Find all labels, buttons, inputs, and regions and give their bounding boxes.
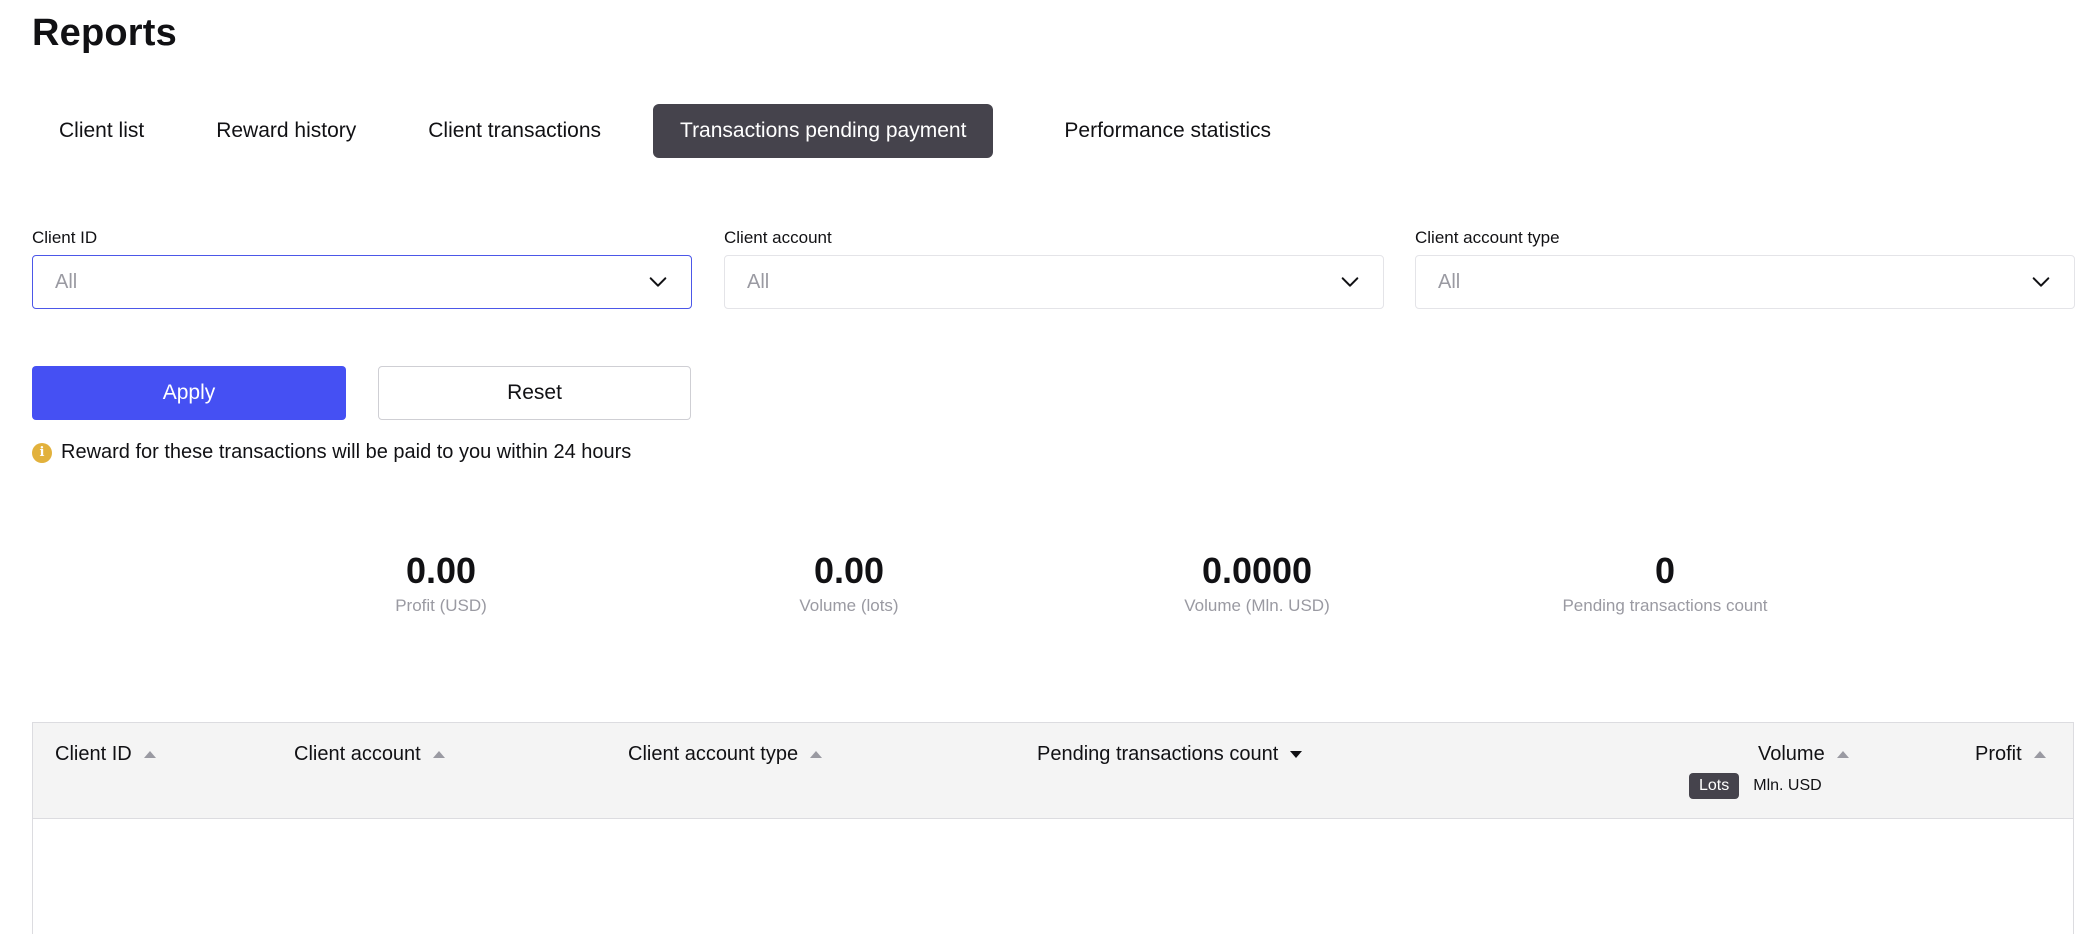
column-header-client-id[interactable]: Client ID <box>55 743 156 766</box>
column-header-volume[interactable]: Volume <box>1758 743 1849 766</box>
stat-volume-lots-value: 0.00 <box>813 550 885 591</box>
client-account-label: Client account <box>724 228 832 247</box>
client-account-type-filter: Client account type All <box>1415 228 2075 309</box>
sort-asc-icon <box>2033 751 2046 758</box>
column-header-pending-transactions-count[interactable]: Pending transactions count <box>1037 743 1303 766</box>
payment-notice: i Reward for these transactions will be … <box>32 441 631 464</box>
client-id-label: Client ID <box>32 228 98 247</box>
column-header-client-account[interactable]: Client account <box>294 743 445 766</box>
sort-asc-icon <box>432 751 445 758</box>
column-header-label: Pending transactions count <box>1037 743 1279 765</box>
client-account-type-value: All <box>1438 270 1461 293</box>
stat-volume-lots-label: Volume (lots) <box>799 596 899 615</box>
column-header-profit[interactable]: Profit <box>1975 743 2046 766</box>
stat-volume-lots: 0.00 Volume (lots) <box>689 548 1009 616</box>
tab-transactions-pending-payment[interactable]: Transactions pending payment <box>653 104 994 158</box>
column-header-label: Client account <box>294 743 421 765</box>
info-icon: i <box>32 442 52 463</box>
client-account-value: All <box>747 270 770 293</box>
stat-pending-count-value: 0 <box>1654 550 1676 591</box>
stat-volume-mln-usd-value: 0.0000 <box>1201 550 1313 591</box>
volume-unit-lots[interactable]: Lots <box>1689 773 1740 799</box>
client-id-select[interactable]: All <box>32 255 692 309</box>
sort-asc-icon <box>143 751 156 758</box>
stat-pending-count-label: Pending transactions count <box>1562 596 1768 615</box>
stat-volume-mln-usd-label: Volume (Mln. USD) <box>1184 596 1330 615</box>
pending-transactions-table: Client ID Client account Client account … <box>32 722 2074 934</box>
payment-notice-text: Reward for these transactions will be pa… <box>61 441 632 463</box>
stat-profit: 0.00 Profit (USD) <box>281 548 601 616</box>
column-header-label: Client account type <box>628 743 799 765</box>
column-header-label: Volume <box>1758 743 1825 765</box>
client-account-filter: Client account All <box>724 228 1384 309</box>
column-header-label: Client ID <box>55 743 132 765</box>
chevron-down-icon <box>1341 277 1359 287</box>
chevron-down-icon <box>2032 277 2050 287</box>
tab-reward-history[interactable]: Reward history <box>189 104 383 158</box>
tab-performance-statistics[interactable]: Performance statistics <box>1037 104 1298 158</box>
column-header-client-account-type[interactable]: Client account type <box>628 743 823 766</box>
column-header-label: Profit <box>1975 743 2022 765</box>
tab-client-transactions[interactable]: Client transactions <box>401 104 628 158</box>
client-account-type-select[interactable]: All <box>1415 255 2075 309</box>
tab-client-list[interactable]: Client list <box>32 104 171 158</box>
client-account-select[interactable]: All <box>724 255 1384 309</box>
sort-asc-icon <box>1836 751 1849 758</box>
stat-volume-mln-usd: 0.0000 Volume (Mln. USD) <box>1097 548 1417 616</box>
sort-desc-icon <box>1290 751 1303 758</box>
stat-profit-value: 0.00 <box>405 550 477 591</box>
sort-asc-icon <box>810 751 823 758</box>
client-id-filter: Client ID All <box>32 228 692 309</box>
table-header: Client ID Client account Client account … <box>33 723 2073 819</box>
stat-profit-label: Profit (USD) <box>395 596 487 615</box>
volume-unit-toggle: Lots Mln. USD <box>1689 773 1832 799</box>
stat-pending-count: 0 Pending transactions count <box>1505 548 1825 616</box>
apply-button[interactable]: Apply <box>32 366 346 420</box>
chevron-down-icon <box>649 277 667 287</box>
reset-button[interactable]: Reset <box>378 366 691 420</box>
client-account-type-label: Client account type <box>1415 228 1560 247</box>
volume-unit-mln-usd[interactable]: Mln. USD <box>1743 773 1831 799</box>
report-tabs: Client list Reward history Client transa… <box>32 104 1298 158</box>
page-title: Reports <box>32 12 177 54</box>
client-id-value: All <box>55 270 78 293</box>
